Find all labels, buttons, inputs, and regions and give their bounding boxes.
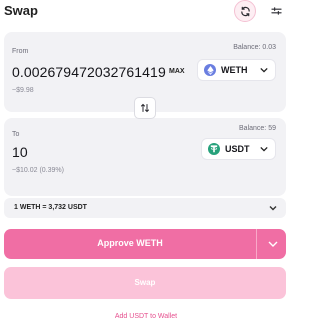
swap-button[interactable]: Swap	[4, 267, 286, 299]
settings-button[interactable]	[266, 1, 286, 21]
exchange-rate-text: 1 WETH = 3,732 USDT	[14, 204, 87, 211]
weth-token-icon	[204, 64, 216, 76]
from-token-symbol: WETH	[221, 65, 248, 75]
from-usd-value: ~$9.98	[12, 87, 34, 94]
swap-arrows-icon	[141, 103, 149, 113]
swap-header: Swap	[0, 0, 297, 24]
approve-button-label: Approve WETH	[97, 238, 163, 248]
chevron-down-icon	[259, 65, 269, 75]
to-balance: Balance: 59	[239, 125, 276, 132]
swap-button-label: Swap	[134, 278, 156, 287]
to-token-selector[interactable]: USDT	[201, 138, 276, 160]
refresh-button[interactable]	[234, 0, 256, 22]
page-title: Swap	[4, 3, 38, 18]
add-token-to-wallet-link[interactable]: Add USDT to Wallet	[0, 313, 292, 320]
to-token-symbol: USDT	[225, 144, 250, 154]
refresh-icon	[240, 6, 250, 16]
from-amount-input[interactable]: 0.002679472032761419	[12, 64, 166, 80]
to-amount-input[interactable]: 10	[12, 144, 28, 160]
chevron-down-icon	[259, 144, 269, 154]
to-usd-value: ~$10.02 (0.39%)	[12, 167, 64, 174]
exchange-rate-row[interactable]: 1 WETH = 3,732 USDT	[4, 198, 286, 218]
usdt-token-icon	[208, 143, 220, 155]
chevron-down-icon	[269, 206, 277, 211]
swap-direction-button[interactable]	[134, 97, 156, 119]
max-button[interactable]: MAX	[169, 68, 185, 75]
from-label: From	[12, 48, 29, 55]
from-token-selector[interactable]: WETH	[197, 59, 276, 81]
settings-sliders-icon	[270, 7, 282, 15]
approve-button[interactable]: Approve WETH	[4, 229, 286, 259]
from-balance: Balance: 0.03	[233, 44, 276, 51]
approve-divider	[256, 229, 257, 259]
chevron-down-icon[interactable]	[268, 239, 278, 249]
to-panel: To Balance: 59 10 USDT ~$10.02 (0.39%)	[4, 118, 286, 196]
to-label: To	[12, 131, 20, 138]
